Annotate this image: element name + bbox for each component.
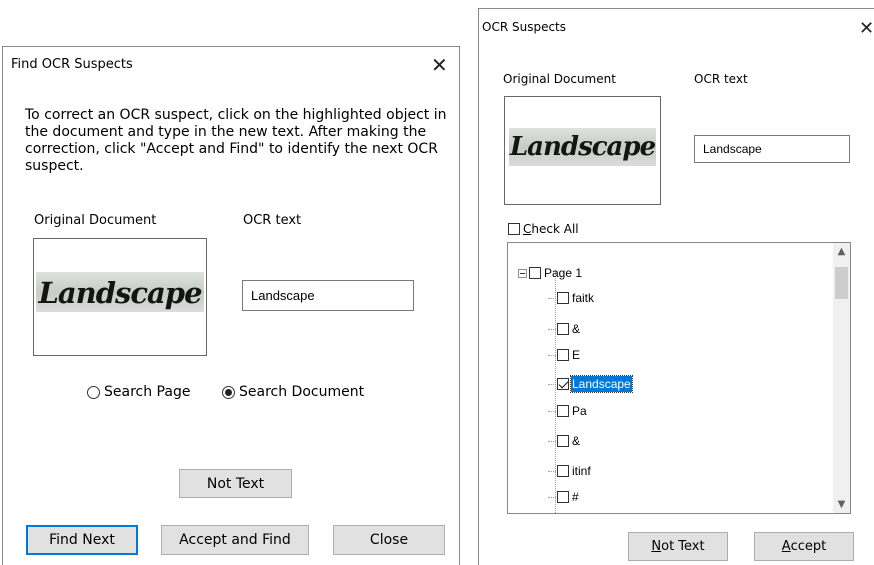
item-checkbox[interactable] xyxy=(557,491,569,503)
scrollbar-thumb[interactable] xyxy=(835,267,848,299)
tree-scrollbar[interactable]: ▲ ▼ xyxy=(833,243,850,513)
not-text-button[interactable]: Not Text xyxy=(628,532,728,561)
ocr-text-input[interactable] xyxy=(243,281,413,310)
item-checkbox[interactable] xyxy=(557,323,569,335)
collapse-icon[interactable] xyxy=(518,268,527,278)
list-item[interactable]: E xyxy=(548,347,581,363)
check-all-checkbox[interactable] xyxy=(508,223,520,235)
item-label: & xyxy=(572,322,581,336)
item-checkbox-checked[interactable] xyxy=(557,378,569,390)
item-label: Landscape xyxy=(570,375,633,393)
radio-search-document-label: Search Document xyxy=(239,384,365,400)
check-all-mnemonic: C xyxy=(523,222,532,236)
item-label: Pa xyxy=(572,404,587,418)
original-document-image: Landscape xyxy=(504,96,661,205)
ocr-suspects-dialog: OCR Suspects ✕ Original Document OCR tex… xyxy=(478,8,874,565)
dialog-title: OCR Suspects xyxy=(482,20,567,34)
ocr-text-field[interactable] xyxy=(242,280,414,311)
accept-label: ccept xyxy=(790,539,827,554)
tree-root-label: Page 1 xyxy=(544,266,583,280)
item-label: # xyxy=(572,490,579,504)
tree-root-page-1[interactable]: Page 1 xyxy=(518,265,583,281)
find-ocr-suspects-dialog: Find OCR Suspects ✕ To correct an OCR su… xyxy=(2,46,460,565)
ocr-text-field[interactable] xyxy=(694,135,850,163)
item-checkbox[interactable] xyxy=(557,435,569,447)
item-label: faitk xyxy=(572,291,595,305)
list-item[interactable]: faitk xyxy=(548,290,595,306)
scanned-word-image: Landscape xyxy=(38,276,202,310)
list-item-selected[interactable]: Landscape xyxy=(548,375,633,393)
list-item[interactable]: Pa xyxy=(548,403,588,419)
ocr-text-input[interactable] xyxy=(695,136,849,162)
original-document-label: Original Document xyxy=(34,213,157,228)
radio-search-document[interactable]: Search Document xyxy=(222,384,364,400)
list-item[interactable]: # xyxy=(548,489,580,505)
list-item[interactable]: itinf xyxy=(548,463,592,479)
check-all[interactable]: Check All xyxy=(508,222,579,236)
dialog-title: Find OCR Suspects xyxy=(11,57,133,72)
ocr-text-label: OCR text xyxy=(243,213,302,228)
chevron-up-icon[interactable]: ▲ xyxy=(833,243,850,260)
close-icon[interactable]: ✕ xyxy=(859,19,874,39)
item-checkbox[interactable] xyxy=(557,349,569,361)
item-label: & xyxy=(572,434,581,448)
scanned-word-image: Landscape xyxy=(509,132,656,162)
original-document-label: Original Document xyxy=(503,72,616,86)
list-item[interactable]: & xyxy=(548,321,581,337)
list-item[interactable]: & xyxy=(548,433,581,449)
not-text-mnemonic: N xyxy=(651,539,662,554)
accept-button[interactable]: Accept xyxy=(754,532,854,561)
original-document-image: Landscape xyxy=(33,238,207,356)
item-checkbox[interactable] xyxy=(557,465,569,477)
ocr-text-label: OCR text xyxy=(694,72,748,86)
radio-search-document-button[interactable] xyxy=(222,385,235,399)
radio-search-page[interactable]: Search Page xyxy=(87,384,190,400)
instructions-text: To correct an OCR suspect, click on the … xyxy=(25,107,447,174)
accept-mnemonic: A xyxy=(781,539,791,554)
find-next-button[interactable]: Find Next xyxy=(26,525,138,555)
item-label: E xyxy=(572,348,581,362)
radio-search-page-label: Search Page xyxy=(104,384,191,400)
radio-search-page-button[interactable] xyxy=(87,385,100,399)
tree-root-checkbox[interactable] xyxy=(529,267,541,279)
accept-and-find-button[interactable]: Accept and Find xyxy=(161,525,309,555)
not-text-label: ot Text xyxy=(661,539,705,554)
not-text-button[interactable]: Not Text xyxy=(179,469,292,498)
check-all-label: heck All xyxy=(531,222,579,236)
chevron-down-icon[interactable]: ▼ xyxy=(833,496,850,513)
suspects-tree[interactable]: Page 1 faitk & E Landscape Pa & itinf # … xyxy=(507,242,851,514)
close-button[interactable]: Close xyxy=(333,525,445,555)
item-checkbox[interactable] xyxy=(557,405,569,417)
close-icon[interactable]: ✕ xyxy=(431,55,448,75)
item-label: itinf xyxy=(572,464,591,478)
item-checkbox[interactable] xyxy=(557,292,569,304)
